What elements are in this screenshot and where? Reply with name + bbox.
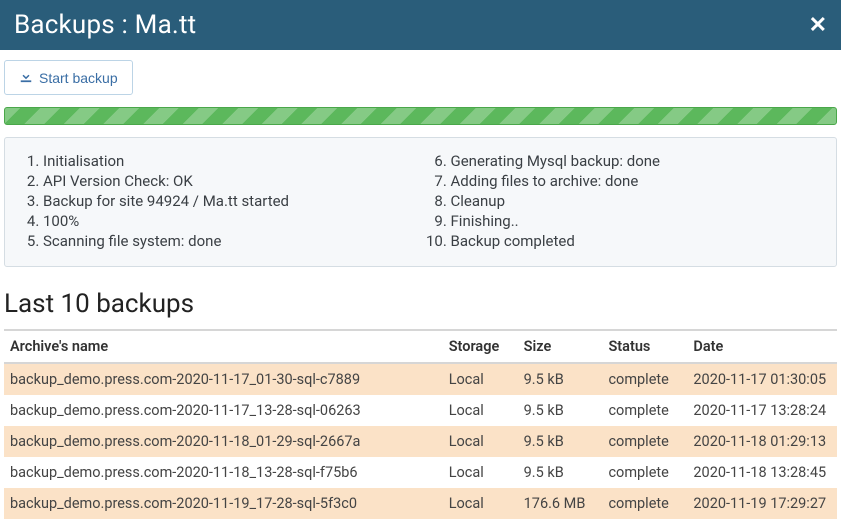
- log-list: Initialisation API Version Check: OK Bac…: [23, 152, 818, 252]
- cell-date: 2020-11-17 01:30:05: [687, 363, 837, 395]
- log-item: Initialisation: [43, 152, 411, 170]
- col-header-storage[interactable]: Storage: [443, 330, 518, 363]
- log-item: Generating Mysql backup: done: [451, 152, 819, 170]
- log-item: API Version Check: OK: [43, 172, 411, 190]
- cell-name: backup_demo.press.com-2020-11-18_13-28-s…: [4, 457, 443, 488]
- table-row[interactable]: backup_demo.press.com-2020-11-19_17-28-s…: [4, 488, 837, 519]
- page-title: Backups : Ma.tt: [14, 10, 196, 40]
- table-row[interactable]: backup_demo.press.com-2020-11-17_01-30-s…: [4, 363, 837, 395]
- cell-storage: Local: [443, 488, 518, 519]
- start-backup-label: Start backup: [39, 70, 118, 86]
- cell-date: 2020-11-17 13:28:24: [687, 395, 837, 426]
- log-item: Finishing..: [451, 212, 819, 230]
- cell-storage: Local: [443, 363, 518, 395]
- cell-date: 2020-11-18 01:29:13: [687, 426, 837, 457]
- cell-status: complete: [602, 457, 687, 488]
- progress-bar: [4, 107, 837, 125]
- start-backup-button[interactable]: Start backup: [4, 60, 133, 95]
- cell-name: backup_demo.press.com-2020-11-17_01-30-s…: [4, 363, 443, 395]
- col-header-status[interactable]: Status: [602, 330, 687, 363]
- cell-name: backup_demo.press.com-2020-11-17_13-28-s…: [4, 395, 443, 426]
- modal-header: Backups : Ma.tt ✕: [0, 0, 841, 50]
- log-item: Adding files to archive: done: [451, 172, 819, 190]
- main-content: Start backup Initialisation API Version …: [0, 50, 841, 519]
- cell-name: backup_demo.press.com-2020-11-19_17-28-s…: [4, 488, 443, 519]
- cell-size: 9.5 kB: [518, 457, 603, 488]
- backups-section-title: Last 10 backups: [4, 289, 837, 319]
- cell-size: 9.5 kB: [518, 426, 603, 457]
- cell-storage: Local: [443, 395, 518, 426]
- log-item: Cleanup: [451, 192, 819, 210]
- cell-storage: Local: [443, 426, 518, 457]
- cell-storage: Local: [443, 457, 518, 488]
- download-icon: [19, 69, 33, 86]
- cell-status: complete: [602, 395, 687, 426]
- cell-status: complete: [602, 426, 687, 457]
- cell-size: 176.6 MB: [518, 488, 603, 519]
- cell-date: 2020-11-19 17:29:27: [687, 488, 837, 519]
- cell-status: complete: [602, 488, 687, 519]
- cell-size: 9.5 kB: [518, 395, 603, 426]
- col-header-size[interactable]: Size: [518, 330, 603, 363]
- cell-name: backup_demo.press.com-2020-11-18_01-29-s…: [4, 426, 443, 457]
- cell-status: complete: [602, 363, 687, 395]
- log-item: Backup completed: [451, 232, 819, 250]
- log-item: 100%: [43, 212, 411, 230]
- close-icon[interactable]: ✕: [809, 13, 827, 38]
- cell-date: 2020-11-18 13:28:45: [687, 457, 837, 488]
- cell-size: 9.5 kB: [518, 363, 603, 395]
- col-header-name[interactable]: Archive's name: [4, 330, 443, 363]
- table-row[interactable]: backup_demo.press.com-2020-11-18_13-28-s…: [4, 457, 837, 488]
- backups-table: Archive's name Storage Size Status Date …: [4, 329, 837, 519]
- table-row[interactable]: backup_demo.press.com-2020-11-17_13-28-s…: [4, 395, 837, 426]
- table-row[interactable]: backup_demo.press.com-2020-11-18_01-29-s…: [4, 426, 837, 457]
- table-header-row: Archive's name Storage Size Status Date: [4, 330, 837, 363]
- log-item: Backup for site 94924 / Ma.tt started: [43, 192, 411, 210]
- log-panel: Initialisation API Version Check: OK Bac…: [4, 137, 837, 267]
- log-item: Scanning file system: done: [43, 232, 411, 250]
- col-header-date[interactable]: Date: [687, 330, 837, 363]
